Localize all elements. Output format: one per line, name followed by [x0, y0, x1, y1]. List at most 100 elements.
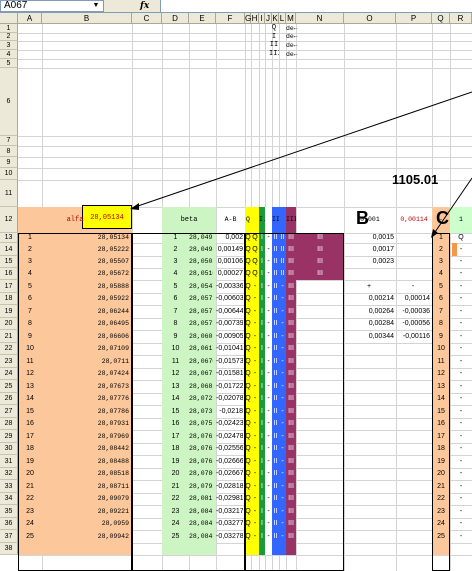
legend-text: de← [286, 42, 298, 49]
column-header-r[interactable]: R [450, 13, 472, 24]
row-header-18[interactable]: 18 [0, 293, 18, 305]
row-header-34[interactable]: 34 [0, 493, 18, 505]
p-value: 0,00014 [404, 295, 430, 302]
column-header-n[interactable]: N [296, 13, 344, 24]
row-header-7[interactable]: 7 [0, 136, 18, 146]
column-header-c[interactable]: C [132, 13, 162, 24]
header-ii: II. [272, 216, 279, 223]
header-q: Q [246, 216, 250, 223]
column-header-d[interactable]: D [162, 13, 189, 24]
row-header-21[interactable]: 21 [0, 330, 18, 343]
gridline-h [18, 59, 472, 60]
column-header-q[interactable]: Q [432, 13, 450, 24]
row-header-28[interactable]: 28 [0, 418, 18, 430]
column-header-f[interactable]: F [216, 13, 245, 24]
o-value: 0,0017 [372, 246, 394, 253]
arrow-line-to-yellow [131, 91, 472, 209]
column-header-m[interactable]: M [286, 13, 296, 24]
column-header-b[interactable]: B [42, 13, 132, 24]
column-header-e[interactable]: E [189, 13, 216, 24]
row-header-14[interactable]: 14 [0, 243, 18, 256]
row-header-1[interactable]: 1 [0, 24, 18, 33]
p-value: - [411, 283, 415, 290]
formula-input[interactable] [160, 0, 472, 12]
r-flag: - [459, 533, 463, 540]
row-header-30[interactable]: 30 [0, 443, 18, 455]
column-header-p[interactable]: P [396, 13, 432, 24]
name-box[interactable]: A067 [0, 0, 104, 12]
row-header-38[interactable]: 38 [0, 543, 18, 555]
row-header-15[interactable]: 15 [0, 256, 18, 268]
row-header-22[interactable]: 22 [0, 343, 18, 355]
row-header-36[interactable]: 36 [0, 518, 18, 530]
header-r: 1 [459, 216, 463, 223]
header-iii: III. [286, 216, 296, 223]
p-value: -0,00036 [402, 308, 430, 315]
row-header-16[interactable]: 16 [0, 268, 18, 280]
row-header-12[interactable]: 12 [0, 207, 18, 233]
formula-fx-label[interactable]: fx [140, 0, 149, 12]
legend-symbol: II [269, 41, 279, 49]
row-header-20[interactable]: 20 [0, 318, 18, 330]
row-header-35[interactable]: 35 [0, 505, 18, 518]
legend-text: de← [286, 25, 298, 32]
row-header-19[interactable]: 19 [0, 305, 18, 318]
q-table-border [432, 233, 450, 571]
row-header-2[interactable]: 2 [0, 33, 18, 41]
column-header-j[interactable]: J [265, 13, 272, 24]
select-all-corner[interactable] [0, 13, 18, 24]
row-header-11[interactable]: 11 [0, 180, 18, 207]
row-header-24[interactable]: 24 [0, 368, 18, 380]
row-header-3[interactable]: 3 [0, 41, 18, 50]
header-o: 0,001 [360, 216, 380, 223]
row-header-6[interactable]: 6 [0, 68, 18, 136]
row-header-23[interactable]: 23 [0, 355, 18, 368]
r-flag: - [459, 345, 463, 352]
header-q-col: - [439, 216, 443, 223]
r-flag: - [459, 433, 463, 440]
p-value [396, 256, 430, 268]
name-box-dropdown-icon[interactable]: ▼ [90, 0, 102, 11]
alfa-table-border [18, 233, 132, 571]
column-header-l[interactable]: L [279, 13, 286, 24]
row-header-5[interactable]: 5 [0, 59, 18, 68]
legend-text: de← [286, 33, 298, 40]
row-header-27[interactable]: 27 [0, 405, 18, 418]
r-flag: - [459, 470, 463, 477]
p-value: -0,00116 [402, 333, 430, 340]
row-header-33[interactable]: 33 [0, 480, 18, 493]
r-flag: - [459, 408, 463, 415]
row-header-17[interactable]: 17 [0, 280, 18, 293]
r-flag: - [459, 295, 463, 302]
row-header-9[interactable]: 9 [0, 157, 18, 168]
r-flag: - [459, 395, 463, 402]
o-value: 0,00344 [368, 333, 394, 340]
column-header-a[interactable]: A [18, 13, 42, 24]
r-flag: - [459, 308, 463, 315]
row-header-25[interactable]: 25 [0, 380, 18, 393]
row-header-32[interactable]: 32 [0, 468, 18, 480]
label-1105: 1105.01 [392, 172, 439, 187]
r-flag: - [459, 420, 463, 427]
gridline-h [18, 146, 472, 147]
r-flag: - [459, 258, 463, 265]
r-flag: - [459, 495, 463, 502]
r-flag: - [459, 520, 463, 527]
row-header-31[interactable]: 31 [0, 455, 18, 468]
row-header-10[interactable]: 10 [0, 168, 18, 180]
row-header-8[interactable]: 8 [0, 146, 18, 157]
formula-bar: A067 ▼ fx [0, 0, 472, 13]
o-value: 0,0023 [372, 258, 394, 265]
legend-text: de← [286, 51, 298, 58]
legend-symbol: Q [271, 24, 277, 32]
column-header-h[interactable]: H [251, 13, 259, 24]
column-header-o[interactable]: O [344, 13, 396, 24]
row-header-4[interactable]: 4 [0, 50, 18, 59]
gridline-h [18, 157, 472, 158]
column-header-k[interactable]: K [272, 13, 279, 24]
row-header-29[interactable]: 29 [0, 430, 18, 443]
header-p: 0,00114 [400, 216, 428, 223]
row-header-37[interactable]: 37 [0, 530, 18, 543]
row-header-26[interactable]: 26 [0, 393, 18, 405]
row-header-13[interactable]: 13 [0, 233, 18, 243]
